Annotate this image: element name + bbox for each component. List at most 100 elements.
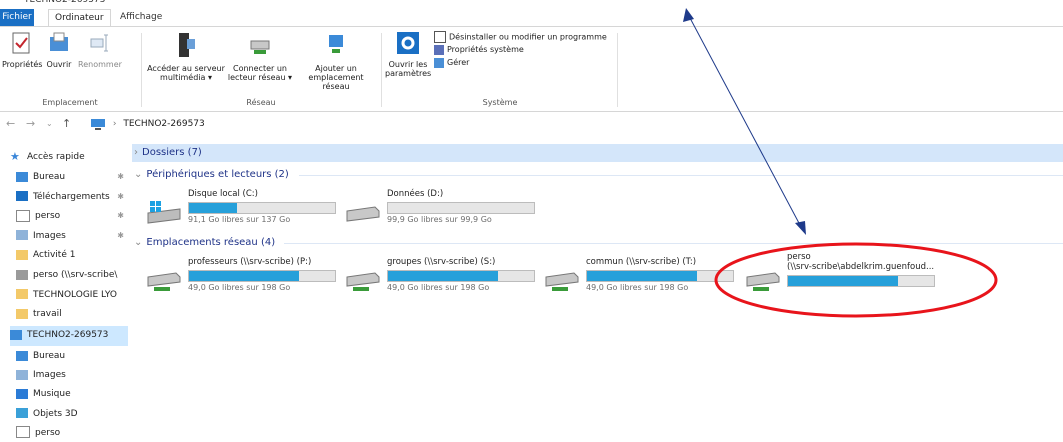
folder-icon bbox=[16, 289, 28, 300]
pin-icon[interactable]: ✱ bbox=[117, 188, 124, 206]
forward-arrow-icon[interactable]: → bbox=[26, 117, 35, 130]
rename-icon bbox=[90, 34, 108, 52]
drive-name: Données (D:) bbox=[387, 189, 444, 199]
sidebar-item-label: perso bbox=[35, 427, 61, 438]
uninstall-icon bbox=[434, 31, 446, 43]
sidebar-item[interactable]: Téléchargements ✱ bbox=[16, 188, 128, 206]
ribbon: Propriétés Ouvrir Renommer Emplacement A… bbox=[0, 26, 1063, 112]
usage-fill bbox=[189, 271, 299, 281]
drive-path: (\\srv-scribe\abdelkrim.guenfoud... bbox=[787, 262, 935, 272]
drive-name: Disque local (C:) bbox=[188, 189, 258, 199]
sidebar-item[interactable]: Activité 1 bbox=[16, 246, 128, 264]
sidebar-item-label: TECHNOLOGIE LYO bbox=[33, 289, 117, 300]
sidebar-item[interactable]: travail bbox=[16, 305, 128, 323]
sidebar-item[interactable]: Bureau ✱ bbox=[16, 168, 128, 186]
annotation-arrowhead-bottom bbox=[795, 221, 806, 235]
images-icon bbox=[16, 230, 28, 241]
cube-icon bbox=[16, 408, 28, 419]
network-drive-perso[interactable]: perso (\\srv-scribe\abdelkrim.guenfoud..… bbox=[745, 252, 943, 297]
drive-c[interactable]: Disque local (C:) 91,1 Go libres sur 137… bbox=[146, 189, 346, 229]
settings-gear-icon bbox=[397, 32, 419, 54]
usage-bar bbox=[387, 270, 535, 282]
sidebar-item-label: Musique bbox=[33, 389, 71, 400]
system-properties-button[interactable]: Propriétés système bbox=[434, 44, 524, 56]
windows-drive-icon bbox=[147, 201, 181, 224]
sidebar-item[interactable]: TECHNOLOGIE LYO bbox=[16, 286, 128, 304]
sidebar-this-pc[interactable]: TECHNO2-269573 bbox=[10, 326, 122, 344]
group-label-emplacement: Emplacement bbox=[42, 98, 98, 107]
chevron-down-icon: ⌄ bbox=[134, 169, 143, 180]
uninstall-program-button[interactable]: Désinstaller ou modifier un programme bbox=[434, 31, 607, 44]
add-network-location-button[interactable]: Ajouter un emplacement réseau bbox=[296, 31, 376, 91]
desktop-icon bbox=[16, 350, 28, 361]
usage-fill bbox=[388, 271, 498, 281]
sidebar-item-label: Activité 1 bbox=[33, 250, 76, 261]
network-drive-icon bbox=[746, 272, 780, 291]
window-title: TECHNO2-269573 bbox=[24, 0, 106, 5]
sidebar-item[interactable]: Images ✱ bbox=[16, 227, 128, 245]
rename-button[interactable]: Renommer bbox=[76, 31, 124, 69]
tab-fichier[interactable]: Fichier bbox=[0, 9, 34, 26]
usage-fill bbox=[587, 271, 697, 281]
pin-icon[interactable]: ✱ bbox=[117, 207, 124, 225]
group-header-folders[interactable]: › Dossiers (7) bbox=[134, 144, 202, 161]
sidebar-item[interactable]: Musique bbox=[16, 385, 128, 403]
usage-bar bbox=[387, 202, 535, 214]
images-icon bbox=[16, 369, 28, 380]
drive-free-space: 49,0 Go libres sur 198 Go bbox=[188, 283, 291, 292]
network-drive-icon bbox=[147, 272, 181, 291]
ribbon-tabs: Fichier Ordinateur Affichage bbox=[0, 9, 1063, 27]
sidebar-item[interactable]: perso (\\srv-scribe\ bbox=[16, 266, 128, 284]
manage-icon bbox=[434, 57, 444, 68]
group-header-network[interactable]: ⌄ Emplacements réseau (4) bbox=[134, 234, 1063, 251]
map-network-drive-button[interactable]: Connecter un lecteur réseau ▾ bbox=[226, 31, 294, 82]
window-title-strip: TECHNO2-269573 bbox=[0, 0, 1063, 8]
drive-free-space: 49,0 Go libres sur 198 Go bbox=[387, 283, 490, 292]
sidebar-item-label: Objets 3D bbox=[33, 408, 78, 419]
sidebar-quick-access[interactable]: ★ Accès rapide bbox=[10, 148, 122, 166]
drive-d[interactable]: Données (D:) 99,9 Go libres sur 99,9 Go bbox=[345, 189, 545, 229]
usage-bar bbox=[586, 270, 734, 282]
drive-free-space: 91,1 Go libres sur 137 Go bbox=[188, 215, 291, 224]
pin-icon[interactable]: ✱ bbox=[117, 227, 124, 245]
sidebar-item-label: perso bbox=[35, 211, 61, 222]
open-button[interactable]: Ouvrir bbox=[42, 31, 76, 69]
manage-button[interactable]: Gérer bbox=[434, 57, 469, 69]
tab-ordinateur[interactable]: Ordinateur bbox=[48, 9, 111, 27]
sidebar-item-label: travail bbox=[33, 309, 62, 320]
network-drive-p[interactable]: professeurs (\\srv-scribe) (P:) 49,0 Go … bbox=[146, 257, 344, 297]
properties-button[interactable]: Propriétés bbox=[2, 31, 42, 69]
navigation-pane: ★ Accès rapide Bureau ✱ Téléchargements ✱ per… bbox=[0, 136, 132, 439]
up-arrow-icon[interactable]: ↑ bbox=[62, 117, 71, 130]
back-arrow-icon[interactable]: ← bbox=[6, 117, 15, 130]
group-header-devices[interactable]: ⌄ Périphériques et lecteurs (2) bbox=[134, 166, 1063, 183]
network-drive-t[interactable]: commun (\\srv-scribe) (T:) 49,0 Go libre… bbox=[544, 257, 742, 297]
open-settings-button[interactable]: Ouvrir les paramètres bbox=[385, 31, 431, 78]
drive-name: commun (\\srv-scribe) (T:) bbox=[586, 257, 697, 267]
group-label-systeme: Système bbox=[482, 98, 518, 107]
folders-group-band[interactable] bbox=[132, 144, 1063, 162]
address-bar[interactable]: › TECHNO2-269573 bbox=[90, 116, 1060, 132]
sidebar-item[interactable]: perso ✱ bbox=[16, 207, 128, 225]
media-server-button[interactable]: Accéder au serveur multimédia ▾ bbox=[146, 31, 226, 82]
breadcrumb-computer[interactable]: TECHNO2-269573 bbox=[123, 119, 204, 129]
music-icon bbox=[16, 388, 28, 399]
network-drive-icon bbox=[16, 269, 28, 280]
sidebar-item[interactable]: perso bbox=[16, 424, 128, 442]
usage-bar bbox=[188, 202, 336, 214]
chevron-down-icon: ⌄ bbox=[134, 237, 143, 248]
recent-locations-chevron-icon[interactable]: ⌄ bbox=[46, 119, 53, 128]
sidebar-item[interactable]: Images bbox=[16, 366, 128, 384]
sidebar-item[interactable]: Objets 3D bbox=[16, 405, 128, 423]
network-drive-s[interactable]: groupes (\\srv-scribe) (S:) 49,0 Go libr… bbox=[345, 257, 543, 297]
download-icon bbox=[16, 191, 28, 202]
sidebar-item-label: Bureau bbox=[33, 351, 66, 361]
tab-affichage[interactable]: Affichage bbox=[114, 9, 168, 26]
ribbon-separator bbox=[617, 33, 618, 107]
sidebar-item[interactable]: Bureau bbox=[16, 347, 128, 365]
pin-icon[interactable]: ✱ bbox=[117, 168, 124, 186]
desktop-icon bbox=[16, 171, 28, 182]
usage-bar bbox=[787, 275, 935, 287]
navigation-bar: ← → ⌄ ↑ › TECHNO2-269573 bbox=[0, 112, 1063, 136]
network-drive-icon bbox=[545, 272, 579, 291]
